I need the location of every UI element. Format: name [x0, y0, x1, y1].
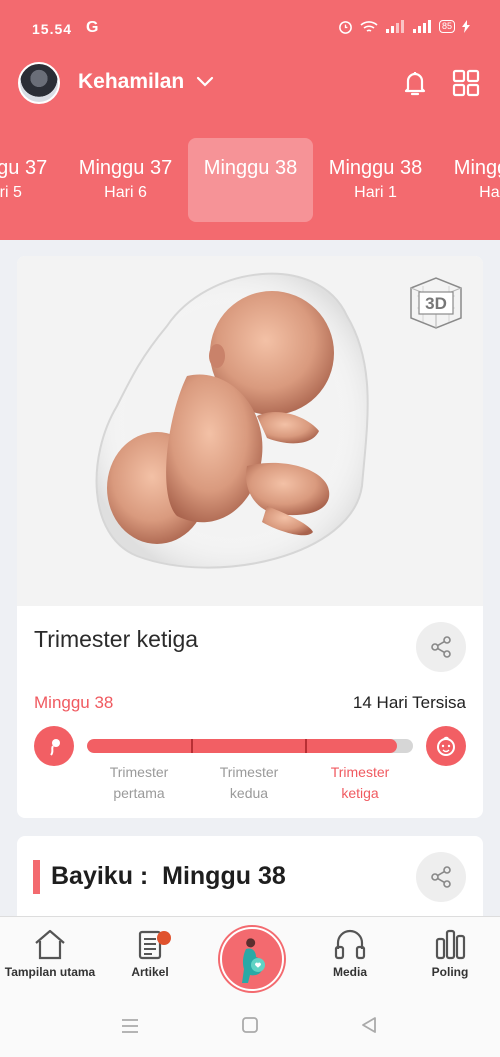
svg-text:3D: 3D	[425, 294, 447, 313]
g-notification-icon: G	[86, 19, 99, 36]
share-icon	[431, 636, 451, 658]
progress-fill	[87, 739, 397, 753]
trimester-label: Trimester pertama	[109, 764, 169, 801]
trimester-title: Trimester ketiga	[34, 626, 199, 652]
pregnancy-progress-bar	[87, 739, 413, 753]
current-week-label: Minggu 38	[34, 693, 114, 712]
alarm-icon	[339, 21, 352, 34]
status-bar: 15.54 G 85	[32, 18, 470, 42]
nav-articles[interactable]: Artikel	[100, 927, 200, 979]
recent-apps-icon[interactable]	[120, 1017, 140, 1035]
grid-menu-icon[interactable]	[452, 69, 480, 97]
battery-icon: 85	[438, 20, 455, 33]
baby-face-icon	[426, 726, 466, 766]
trimester-divider	[191, 739, 193, 753]
home-button-icon[interactable]	[241, 1016, 259, 1034]
sperm-icon	[34, 726, 74, 766]
nav-media[interactable]: Media	[300, 927, 400, 979]
trimester-label-active: Trimester ketiga	[330, 764, 390, 801]
pregnancy-center-button[interactable]	[220, 927, 284, 991]
week-tab[interactable]: Minggu 37 Hari 6	[63, 138, 188, 222]
home-icon	[35, 929, 65, 960]
bar-chart-icon	[435, 929, 466, 960]
week-tab[interactable]: Minggu 37 Hari 5	[0, 138, 63, 222]
pregnant-woman-icon	[242, 938, 265, 983]
trimester-label: Trimester kedua	[219, 764, 279, 801]
back-icon[interactable]	[360, 1016, 378, 1034]
week-tab[interactable]: Minggu 38 Hari 1	[313, 138, 438, 222]
share-button[interactable]	[416, 852, 466, 902]
status-time: 15.54	[32, 21, 73, 37]
page-title[interactable]: Kehamilan	[78, 70, 184, 94]
days-remaining: 14 Hari Tersisa	[352, 693, 466, 712]
signal-icon	[385, 20, 404, 33]
headphones-icon	[334, 929, 366, 960]
baby-card-title: Bayiku : Minggu 38	[51, 862, 286, 890]
bottom-navigation: Tampilan utama Artikel Media Poling	[0, 916, 500, 1057]
avatar[interactable]	[18, 62, 60, 104]
bell-icon[interactable]	[400, 68, 430, 98]
title-accent-bar	[33, 860, 40, 894]
week-tab-selected[interactable]: Minggu 38	[188, 138, 313, 222]
wifi-icon	[360, 20, 378, 32]
notification-dot	[157, 931, 171, 945]
week-selector[interactable]: Minggu 37 Hari 5 Minggu 37 Hari 6 Minggu…	[0, 138, 500, 222]
week-tab[interactable]: Minggu 38 Hari 2	[438, 138, 500, 222]
app-header: 15.54 G 85 Kehamilan Minggu 37 Hari 5 Mi…	[0, 0, 500, 240]
system-navigation	[0, 1015, 500, 1039]
fetus-3d-image[interactable]: 3D	[17, 256, 483, 606]
3d-badge-icon[interactable]: 3D	[407, 274, 465, 332]
trimester-card: 3D Trimester ketiga Minggu 38 14 Hari Te…	[17, 256, 483, 818]
share-button[interactable]	[416, 622, 466, 672]
trimester-divider	[305, 739, 307, 753]
app-bar: Kehamilan	[18, 60, 482, 108]
share-icon	[431, 866, 451, 888]
charging-icon	[462, 20, 470, 33]
chevron-down-icon[interactable]	[194, 70, 216, 92]
nav-polls[interactable]: Poling	[400, 927, 500, 979]
signal-icon-2	[412, 20, 431, 33]
nav-home[interactable]: Tampilan utama	[0, 927, 100, 979]
status-icons: 85	[338, 19, 470, 34]
